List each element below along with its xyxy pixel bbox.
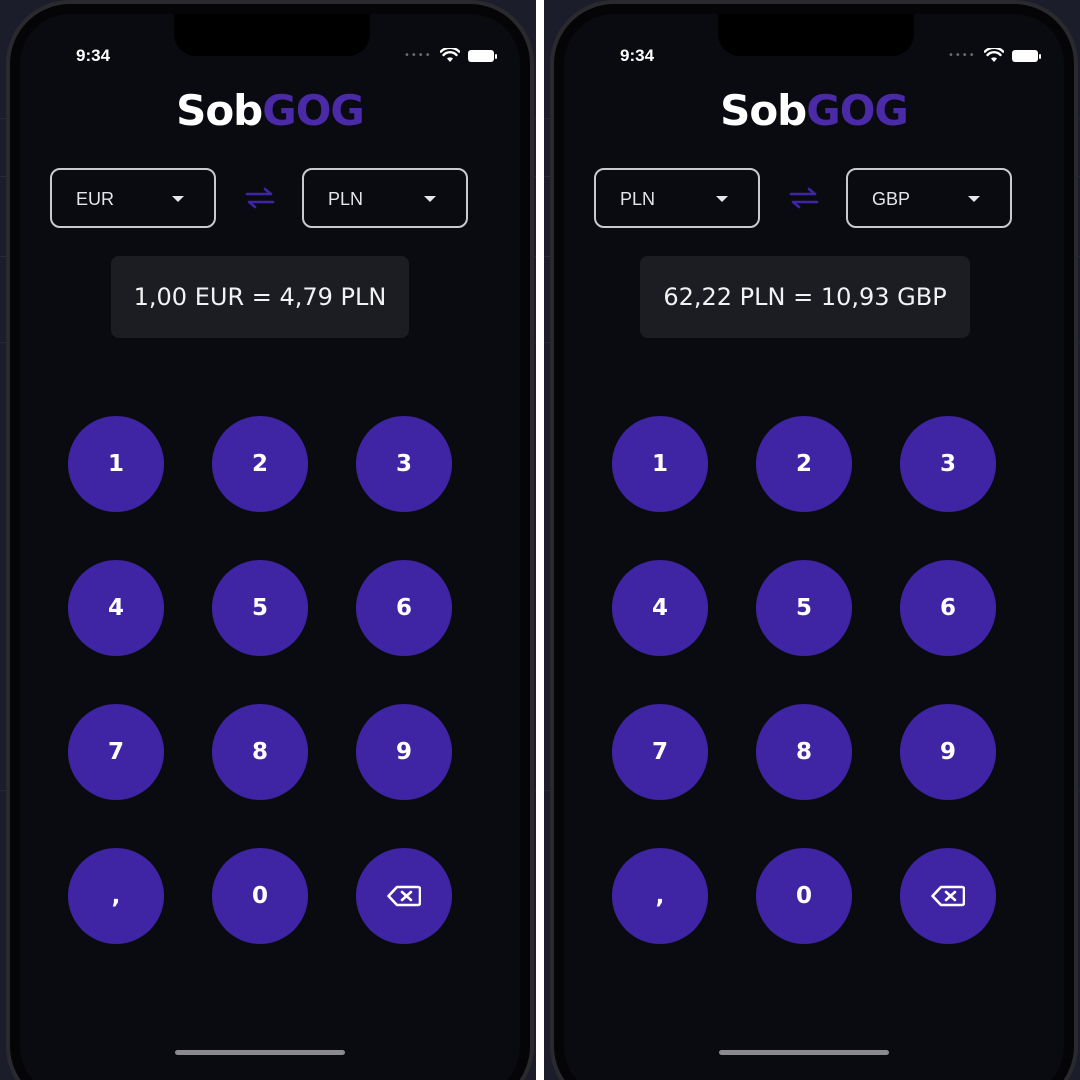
logo-part-2: GOG (806, 86, 909, 135)
key-1[interactable]: 1 (68, 416, 164, 512)
logo-part-2: GOG (262, 86, 365, 135)
from-currency-select[interactable]: PLN (594, 168, 760, 228)
phone-frame: 9:34 •••• SobGOG PLN GBP 62,22 PLN = 10,… (550, 0, 1078, 1080)
status-icons: •••• (948, 48, 1041, 63)
key-0[interactable]: 0 (212, 848, 308, 944)
wifi-icon (983, 48, 1004, 62)
app-screen: 9:34 •••• SobGOG PLN GBP 62,22 PLN = 10,… (564, 14, 1064, 1080)
signal-dots-icon: •••• (404, 50, 432, 61)
caret-down-icon (172, 196, 184, 202)
key-7[interactable]: 7 (612, 704, 708, 800)
right-phone-panel: 9:34 •••• SobGOG PLN GBP 62,22 PLN = 10,… (544, 0, 1080, 1080)
status-time: 9:34 (620, 46, 655, 65)
key-2[interactable]: 2 (212, 416, 308, 512)
left-phone-panel: 9:34 •••• SobGOG EUR PLN 1,00 EUR = 4,79… (0, 0, 536, 1080)
logo-part-1: Sob (720, 86, 807, 135)
key-backspace[interactable] (900, 848, 996, 944)
home-indicator (175, 1050, 345, 1055)
backspace-icon (387, 885, 421, 907)
key-9[interactable]: 9 (900, 704, 996, 800)
to-currency-value: PLN (328, 189, 364, 209)
key-comma[interactable]: , (612, 848, 708, 944)
status-time: 9:34 (76, 46, 111, 65)
caret-down-icon (968, 196, 980, 202)
caret-down-icon (716, 196, 728, 202)
to-currency-select[interactable]: GBP (846, 168, 1012, 228)
key-comma[interactable]: , (68, 848, 164, 944)
wifi-icon (439, 48, 460, 62)
notch (174, 14, 370, 56)
key-8[interactable]: 8 (212, 704, 308, 800)
key-3[interactable]: 3 (900, 416, 996, 512)
home-indicator (719, 1050, 889, 1055)
from-currency-select[interactable]: EUR (50, 168, 216, 228)
app-logo: SobGOG (20, 86, 520, 135)
backspace-icon (931, 885, 965, 907)
key-1[interactable]: 1 (612, 416, 708, 512)
key-backspace[interactable] (356, 848, 452, 944)
status-icons: •••• (404, 48, 497, 63)
key-5[interactable]: 5 (756, 560, 852, 656)
key-7[interactable]: 7 (68, 704, 164, 800)
conversion-result: 1,00 EUR = 4,79 PLN (111, 256, 409, 338)
key-3[interactable]: 3 (356, 416, 452, 512)
from-currency-value: PLN (620, 189, 656, 209)
to-currency-value: GBP (872, 189, 911, 209)
notch (718, 14, 914, 56)
screenshot-stage: 9:34 •••• SobGOG EUR PLN 1,00 EUR = 4,79… (0, 0, 1080, 1080)
app-screen: 9:34 •••• SobGOG EUR PLN 1,00 EUR = 4,79… (20, 14, 520, 1080)
from-currency-value: EUR (76, 189, 115, 209)
key-4[interactable]: 4 (68, 560, 164, 656)
conversion-result: 62,22 PLN = 10,93 GBP (640, 256, 970, 338)
key-9[interactable]: 9 (356, 704, 452, 800)
key-8[interactable]: 8 (756, 704, 852, 800)
key-4[interactable]: 4 (612, 560, 708, 656)
phone-frame: 9:34 •••• SobGOG EUR PLN 1,00 EUR = 4,79… (6, 0, 534, 1080)
battery-icon (1011, 49, 1041, 62)
signal-dots-icon: •••• (948, 50, 976, 61)
to-currency-select[interactable]: PLN (302, 168, 468, 228)
logo-part-1: Sob (176, 86, 263, 135)
key-6[interactable]: 6 (900, 560, 996, 656)
battery-icon (467, 49, 497, 62)
app-logo: SobGOG (564, 86, 1064, 135)
caret-down-icon (424, 196, 436, 202)
swap-arrows-icon[interactable] (788, 186, 820, 210)
key-2[interactable]: 2 (756, 416, 852, 512)
key-5[interactable]: 5 (212, 560, 308, 656)
swap-arrows-icon[interactable] (244, 186, 276, 210)
key-0[interactable]: 0 (756, 848, 852, 944)
key-6[interactable]: 6 (356, 560, 452, 656)
